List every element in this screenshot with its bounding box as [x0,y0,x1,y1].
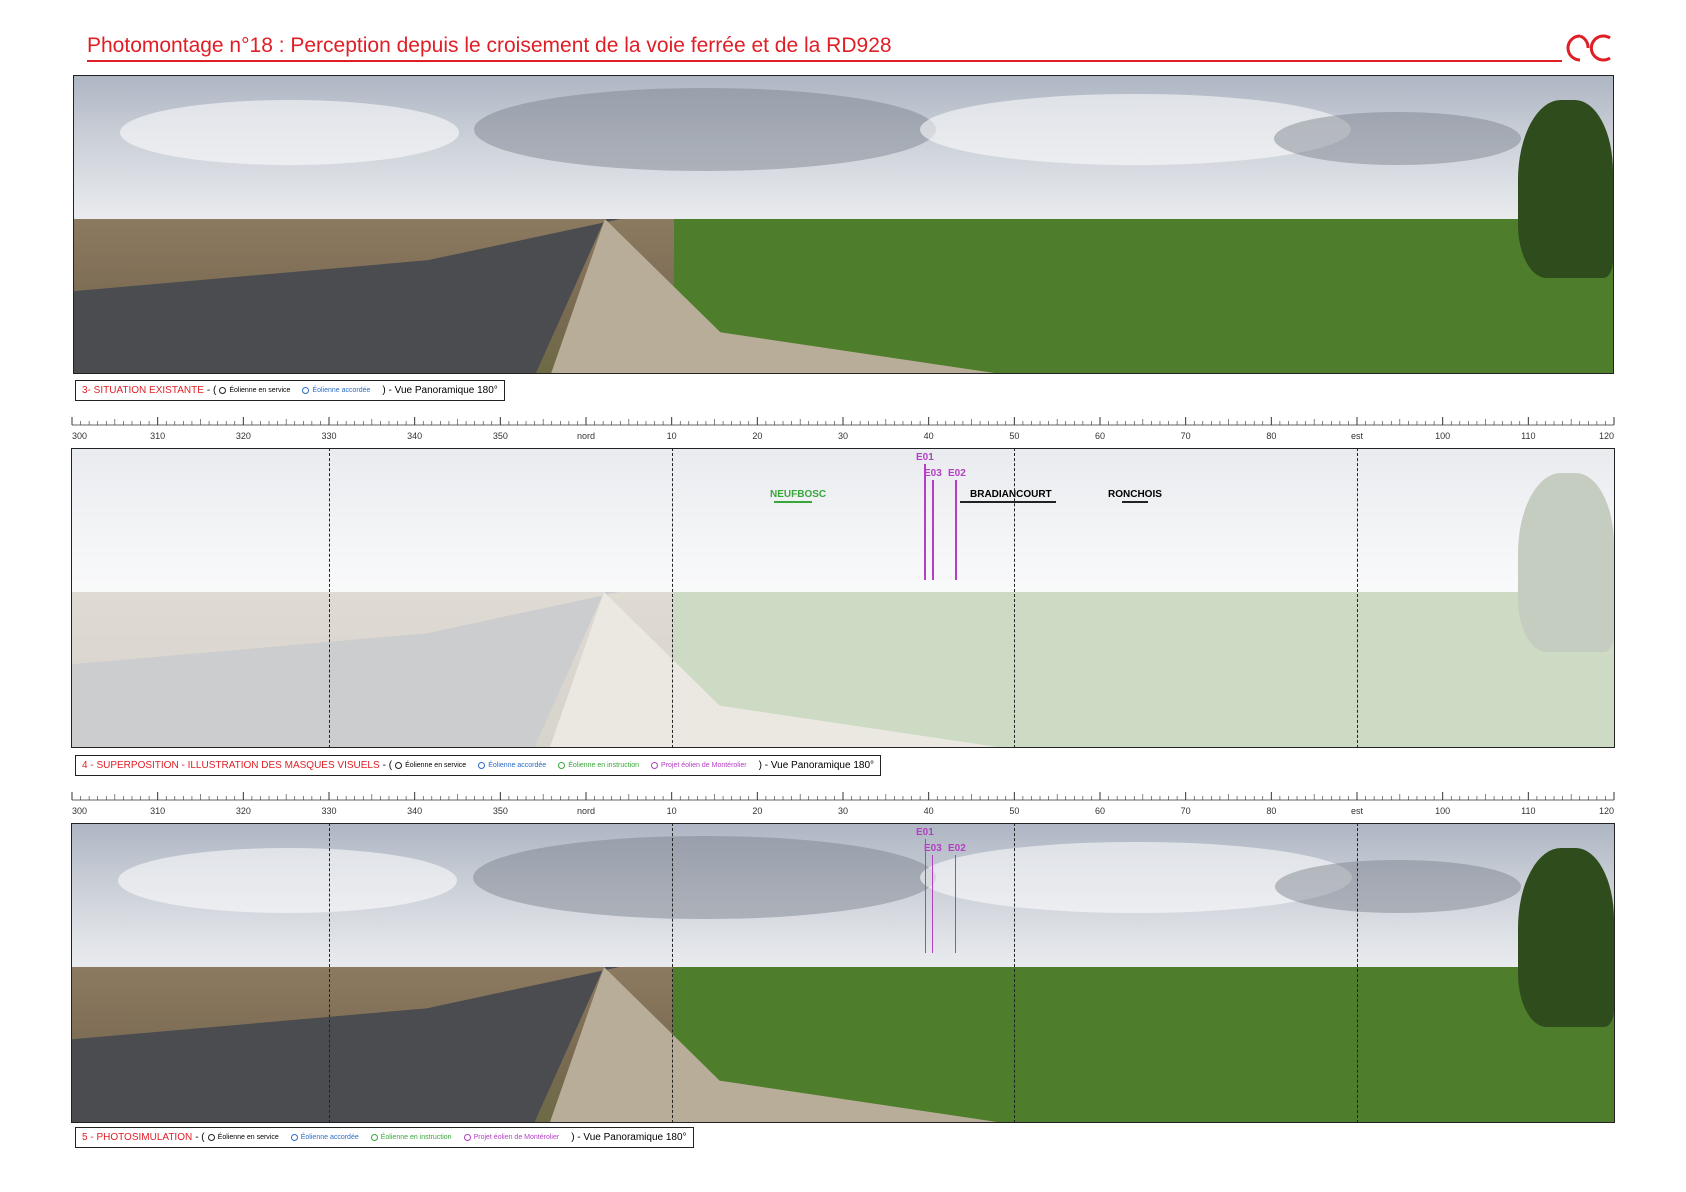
ruler-label: 100 [1435,431,1450,441]
bearing-guide-line [671,448,673,748]
ruler-label: 330 [321,431,336,441]
ruler-label: 40 [924,431,934,441]
turbine-e03-label: E03 [924,468,942,479]
ruler-label: 60 [1095,806,1105,816]
caption-panel3: 3- SITUATION EXISTANTE - ( Éolienne en s… [75,380,505,401]
page-title: Photomontage n°18 : Perception depuis le… [87,34,892,57]
town-bradiancourt: BRADIANCOURT [970,489,1052,500]
ruler-label: 310 [150,806,165,816]
ruler-label: 310 [150,431,165,441]
caption-panel5: 5 - PHOTOSIMULATION - ( Éolienne en serv… [75,1127,694,1148]
azimuth-ruler-1: 300 310 320 330 340 350 nord 10 20 30 40 50 60 70 80 es… [71,415,1615,445]
turbine-e01-label: E01 [916,452,934,463]
turbine-e02-label-sim: E02 [948,843,966,854]
ruler-label: 330 [321,806,336,816]
ruler-label: 30 [838,431,848,441]
ruler-label: 300 [72,806,87,816]
ruler-label: 110 [1521,806,1535,816]
azimuth-ruler-2: 300 310 320 330 340 350 nord 10 20 30 40 50 60 70 80 es… [71,790,1615,820]
ruler-label: 40 [924,806,934,816]
bearing-guide-line [329,823,330,1123]
bearing-guide-line [1014,823,1016,1123]
panorama-photosimulation [71,823,1615,1123]
translucent-mask [72,449,1614,747]
ruler-label: nord [577,431,595,441]
ruler-label: 30 [838,806,848,816]
ruler-label: 120 [1599,806,1614,816]
ruler-label: 350 [493,431,508,441]
road [74,218,1613,373]
ruler-label: nord [577,806,595,816]
bearing-guide-line [1014,448,1016,748]
ruler-label: 50 [1009,431,1019,441]
legend-service: Éolienne en service [219,387,290,394]
ruler-label: 60 [1095,431,1105,441]
ruler-label: 340 [407,431,422,441]
ac-logo [1560,30,1616,66]
ruler-label: est [1351,806,1364,816]
ruler-label: 350 [493,806,508,816]
ruler-label: 50 [1009,806,1019,816]
legend-accordee: Éolienne accordée [302,387,370,394]
ruler-label: 20 [752,806,762,816]
turbine-e01-label-sim: E01 [916,827,934,838]
bearing-guide-line [1357,448,1358,748]
ruler-label: 300 [72,431,87,441]
ruler-label: 10 [667,431,677,441]
ruler-label: 340 [407,806,422,816]
caption-panel4: 4 - SUPERPOSITION - ILLUSTRATION DES MAS… [75,755,882,776]
ruler-label: 320 [236,806,251,816]
ruler-label: 20 [752,431,762,441]
turbine-e01-mast [924,464,926,580]
tree [1517,99,1613,278]
turbine-e02-label: E02 [948,468,966,479]
ruler-label: 10 [667,806,677,816]
title-underline [87,60,1562,62]
ruler-label: 120 [1599,431,1614,441]
bearing-guide-line [329,448,330,748]
ruler-label: 70 [1181,431,1191,441]
turbine-e03-mast [932,480,934,580]
bearing-guide-line [671,823,673,1123]
bearing-guide-line [1357,823,1358,1123]
ruler-label: 80 [1266,431,1276,441]
turbine-e02-mast [955,480,957,580]
town-neufbosc: NEUFBOSC [770,489,827,500]
panorama-existing [73,75,1614,374]
turbine-e03-label-sim: E03 [924,843,942,854]
ruler-label: est [1351,431,1364,441]
ruler-label: 70 [1181,806,1191,816]
ruler-label: 100 [1435,806,1450,816]
town-ronchois: RONCHOIS [1108,489,1162,500]
ruler-label: 320 [236,431,251,441]
ruler-label: 110 [1521,431,1535,441]
ruler-label: 80 [1266,806,1276,816]
panorama-superposition [71,448,1615,748]
